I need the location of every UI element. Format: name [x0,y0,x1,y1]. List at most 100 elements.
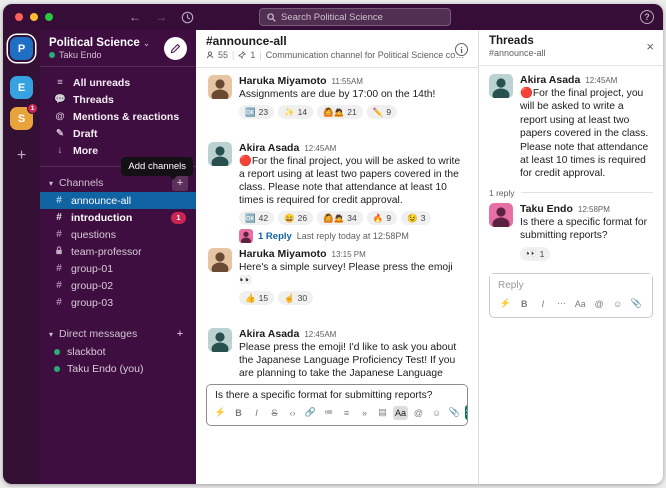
message[interactable]: Haruka Miyamoto 13:15 PM Here's a simple… [196,245,478,325]
workspace-e-icon[interactable]: E [10,76,33,99]
dm-item-taku-endo-you-[interactable]: Taku Endo (you) [40,360,196,377]
channel-topic[interactable]: Communication channel for Political Scie… [266,50,468,60]
message-author[interactable]: Haruka Miyamoto [239,248,327,260]
dms-section-header[interactable]: ▾ Direct messages + [40,325,196,343]
shortcuts-icon[interactable]: ⚡ [213,406,228,420]
message[interactable]: Akira Asada 12:45AM Please press the emo… [196,325,478,380]
italic-icon[interactable]: I [535,297,550,311]
reaction-pill[interactable]: 👀 1 [520,247,550,261]
avatar[interactable] [208,142,232,166]
thread-root-message[interactable]: Akira Asada 12:45AM 🔴For the final proje… [489,74,653,181]
attach-icon[interactable]: 📎 [629,297,644,311]
dm-item-slackbot[interactable]: slackbot [40,343,196,360]
avatar[interactable] [208,328,232,352]
channel-item-team-professor[interactable]: team-professor [40,243,196,260]
sidebar-item-all-unreads[interactable]: ≡All unreads [40,74,196,91]
avatar[interactable] [489,74,513,98]
message-composer[interactable]: ⚡BIS‹›🔗≔≡»▤Aa@☺📎➤ [206,384,468,426]
reaction-pill[interactable]: 🆗23 [239,105,274,119]
message[interactable]: Haruka Miyamoto 11:55AM Assignments are … [196,72,478,139]
channel-item-questions[interactable]: #questions [40,226,196,243]
message-input[interactable] [207,385,467,403]
member-count[interactable]: 55 [218,50,228,60]
mention-icon[interactable]: @ [411,406,426,420]
attach-icon[interactable]: 📎 [447,406,462,420]
close-window-button[interactable] [15,13,23,21]
bullet-list-icon[interactable]: ≡ [339,406,354,420]
new-message-button[interactable] [164,37,187,60]
add-workspace-button[interactable]: + [10,144,33,167]
zoom-window-button[interactable] [45,13,53,21]
thread-reply-message[interactable]: Taku Endo 12:58PM Is there a specific fo… [489,203,653,262]
reply-count-link[interactable]: 1 Reply [258,231,292,242]
workspace-s-icon[interactable]: S1 [10,107,33,130]
workspace-menu[interactable]: Political Science⌄ [49,37,164,49]
add-dm-button[interactable]: + [172,326,188,342]
sidebar-item-draft[interactable]: ✎Draft [40,125,196,142]
reaction-pill[interactable]: 🔥9 [367,211,397,225]
reaction-pill[interactable]: 😄26 [278,211,313,225]
ordered-list-icon[interactable]: ≔ [321,406,336,420]
reaction-pill[interactable]: 🙆🙇34 [317,211,363,225]
reaction-pill[interactable]: ☝️30 [278,291,313,305]
message[interactable]: Akira Asada 12:45AM 🔴For the final proje… [196,139,478,245]
emoji-icon[interactable]: ☺ [429,406,444,420]
channel-item-group-02[interactable]: #group-02 [40,277,196,294]
format-icon[interactable]: Aa [393,406,408,420]
workspace-p-icon[interactable]: P [10,37,33,60]
thread-reply-bar[interactable] [239,123,466,137]
format-icon[interactable]: Aa [573,297,588,311]
channel-info-icon[interactable]: i [455,43,468,56]
threads-header: Threads #announce-all × [479,30,663,66]
forward-icon[interactable]: → [155,10,167,24]
ellipsis-icon[interactable]: ⋯ [554,297,569,311]
avatar[interactable] [208,248,232,272]
last-reply-meta: Last reply today at 12:58PM [297,231,409,241]
history-clock-icon[interactable] [181,11,194,24]
link-icon[interactable]: 🔗 [303,406,318,420]
avatar[interactable] [208,75,232,99]
bold-icon[interactable]: B [517,297,532,311]
thread-reply-bar[interactable] [239,309,466,323]
minimize-window-button[interactable] [30,13,38,21]
search-input[interactable] [281,12,443,23]
message-author[interactable]: Haruka Miyamoto [239,75,327,87]
thread-reply-bar[interactable]: 1 Reply Last reply today at 12:58PM [239,229,466,243]
sidebar-item-mentions-reactions[interactable]: @Mentions & reactions [40,108,196,125]
mention-icon[interactable]: @ [592,297,607,311]
reaction-pill[interactable]: 👍15 [239,291,274,305]
reply-composer[interactable]: ⚡ BI ⋯ Aa @☺ 📎 [489,273,653,318]
avatar[interactable] [489,203,513,227]
reaction-pill[interactable]: 😉3 [401,211,431,225]
channel-item-group-03[interactable]: #group-03 [40,294,196,311]
channel-title[interactable]: #announce-all [206,34,468,48]
code-block-icon[interactable]: ▤ [375,406,390,420]
reaction-pill[interactable]: ✏️9 [367,105,397,119]
close-icon[interactable]: × [646,40,654,53]
message-author[interactable]: Taku Endo [520,203,573,215]
search-bar[interactable] [259,8,451,26]
strike-icon[interactable]: S [267,406,282,420]
message-author[interactable]: Akira Asada [239,328,299,340]
pin-count[interactable]: 1 [250,50,255,60]
shortcuts-icon[interactable]: ⚡ [498,297,513,311]
message-author[interactable]: Akira Asada [239,142,299,154]
message-time: 12:45AM [304,330,336,339]
reaction-pill[interactable]: 🆗42 [239,211,274,225]
code-icon[interactable]: ‹› [285,406,300,420]
back-icon[interactable]: ← [129,10,141,24]
help-icon[interactable]: ? [640,10,654,24]
reaction-pill[interactable]: 🙆🙇21 [317,105,363,119]
blockquote-icon[interactable]: » [357,406,372,420]
reaction-pill[interactable]: ✨14 [278,105,313,119]
channel-item-introduction[interactable]: #introduction1 [40,209,196,226]
emoji-icon[interactable]: ☺ [610,297,625,311]
bold-icon[interactable]: B [231,406,246,420]
send-button[interactable]: ➤ [465,405,468,420]
reply-input[interactable] [490,274,652,294]
channel-item-announce-all[interactable]: #announce-all [40,192,196,209]
sidebar-item-threads[interactable]: 💬Threads [40,91,196,108]
message-author[interactable]: Akira Asada [520,74,580,86]
channel-item-group-01[interactable]: #group-01 [40,260,196,277]
italic-icon[interactable]: I [249,406,264,420]
